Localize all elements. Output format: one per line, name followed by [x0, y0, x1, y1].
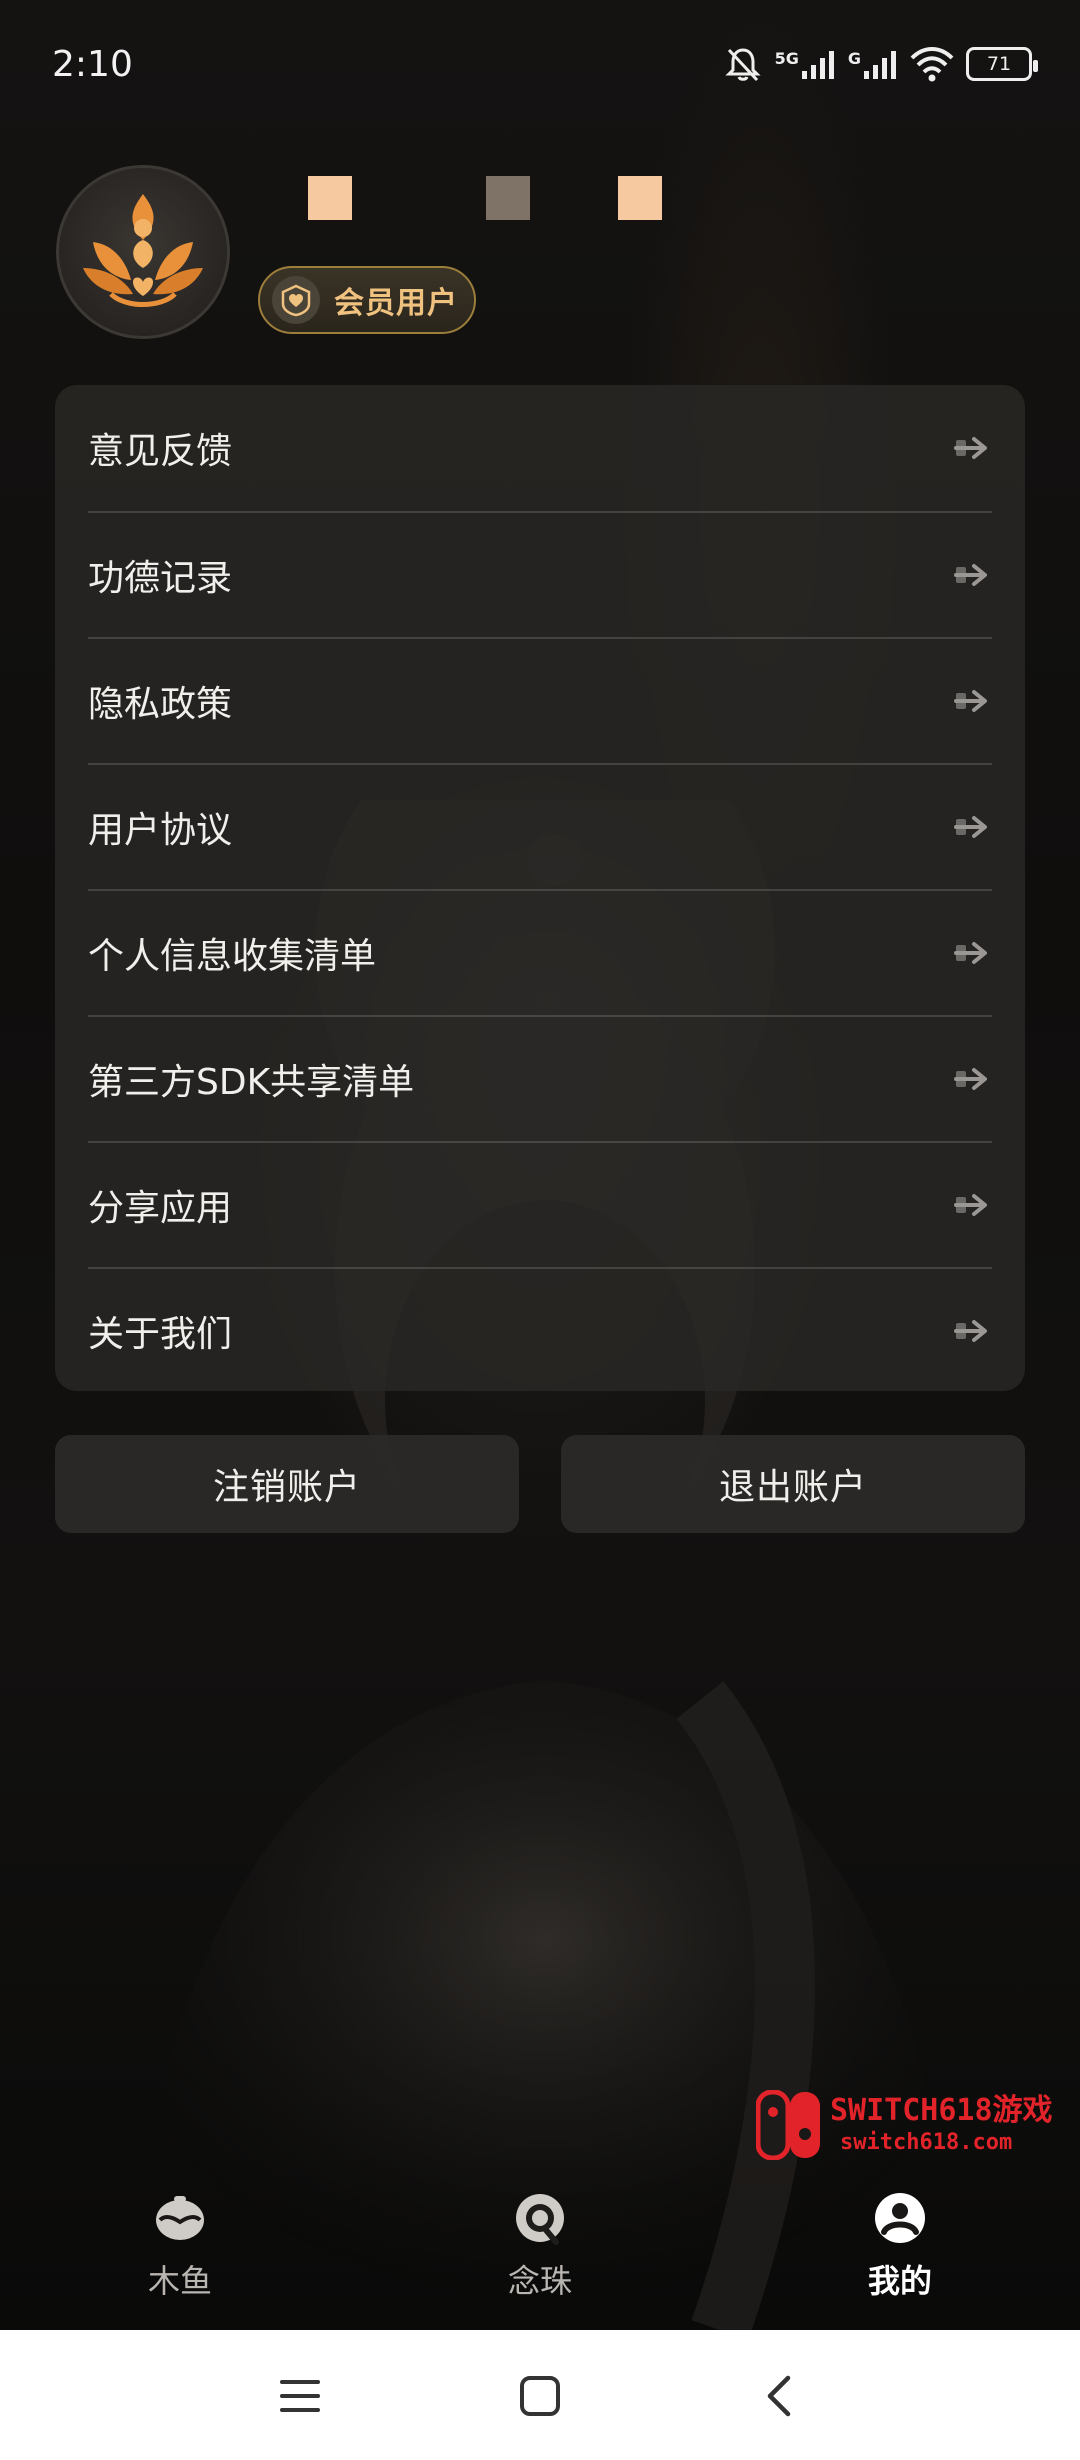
arrow-right-icon: [954, 942, 987, 964]
menu-item-label: 意见反馈: [88, 431, 233, 472]
tab-label: 念珠: [507, 2262, 572, 2300]
tab-label: 木鱼: [147, 2262, 212, 2300]
arrow-right-icon: [954, 437, 987, 459]
watermark: SWITCH618游戏 switch618.com: [756, 2090, 1053, 2160]
username-display: [308, 176, 662, 220]
menu-item-privacy-policy[interactable]: 隐私政策: [88, 637, 992, 763]
cancel-account-button[interactable]: 注销账户: [55, 1435, 519, 1533]
bottom-tab-bar: 木鱼 念珠 我的: [0, 2190, 1080, 2330]
settings-menu: 意见反馈 功德记录 隐私政策 用户协议 个人信息收集清单 第三方SDK共享清单 …: [55, 385, 1025, 1391]
wifi-icon: [910, 47, 954, 82]
menu-item-label: 第三方SDK共享清单: [88, 1062, 415, 1103]
system-navigation-bar: [0, 2330, 1080, 2460]
signal-5g-icon: 5G: [775, 49, 836, 79]
tab-mine[interactable]: 我的: [800, 2190, 1000, 2302]
battery-level: 71: [986, 53, 1012, 75]
arrow-right-icon: [954, 1320, 987, 1342]
switch-logo-icon: [756, 2090, 820, 2160]
username-block-3: [618, 176, 662, 220]
arrow-right-icon: [954, 1194, 987, 1216]
chevron-left-icon: [767, 2375, 791, 2417]
menu-item-label: 分享应用: [88, 1188, 233, 1229]
logout-button[interactable]: 退出账户: [561, 1435, 1025, 1533]
lotus-meditation-icon: [83, 194, 203, 307]
wooden-fish-icon: [156, 2196, 204, 2240]
status-bar: 2:10 5G G 71: [0, 0, 1080, 130]
heart-badge-icon: [272, 276, 320, 324]
menu-item-label: 用户协议: [88, 810, 233, 851]
prayer-beads-icon: [516, 2194, 564, 2245]
arrow-right-icon: [954, 564, 987, 586]
battery-indicator: 71: [966, 47, 1038, 81]
menu-item-merit-record[interactable]: 功德记录: [88, 511, 992, 637]
arrow-right-icon: [954, 690, 987, 712]
arrow-right-icon: [954, 1068, 987, 1090]
bell-muted-icon: [724, 48, 761, 82]
menu-lines-icon: [280, 2380, 320, 2412]
menu-item-personal-info-list[interactable]: 个人信息收集清单: [88, 889, 992, 1015]
watermark-url: switch618.com: [840, 2130, 1013, 2155]
member-label: 会员用户: [334, 286, 458, 321]
menu-item-share-app[interactable]: 分享应用: [88, 1141, 992, 1267]
avatar[interactable]: [56, 165, 230, 339]
menu-item-about-us[interactable]: 关于我们: [88, 1267, 992, 1393]
menu-item-label: 个人信息收集清单: [88, 936, 377, 977]
tab-prayer-beads[interactable]: 念珠: [440, 2190, 640, 2302]
menu-item-label: 关于我们: [88, 1314, 233, 1355]
tab-label: 我的: [867, 2262, 932, 2300]
username-block-1: [308, 176, 352, 220]
menu-item-third-party-sdk-list[interactable]: 第三方SDK共享清单: [88, 1015, 992, 1141]
menu-item-feedback[interactable]: 意见反馈: [88, 385, 992, 511]
recent-apps-button[interactable]: [270, 2366, 330, 2426]
menu-item-label: 功德记录: [88, 558, 233, 599]
home-button[interactable]: [510, 2366, 570, 2426]
username-block-2: [486, 176, 530, 220]
arrow-right-icon: [954, 816, 987, 838]
member-badge[interactable]: 会员用户: [258, 266, 476, 334]
menu-item-user-agreement[interactable]: 用户协议: [88, 763, 992, 889]
watermark-title: SWITCH618游戏: [830, 2093, 1053, 2128]
menu-item-label: 隐私政策: [88, 684, 233, 725]
profile-icon: [875, 2193, 925, 2243]
signal-g-icon: G: [848, 49, 898, 79]
status-icons: 5G G 71: [723, 44, 1038, 84]
tab-wooden-fish[interactable]: 木鱼: [80, 2190, 280, 2302]
back-button[interactable]: [750, 2366, 810, 2426]
status-time: 2:10: [52, 44, 133, 85]
home-square-icon: [520, 2376, 560, 2416]
